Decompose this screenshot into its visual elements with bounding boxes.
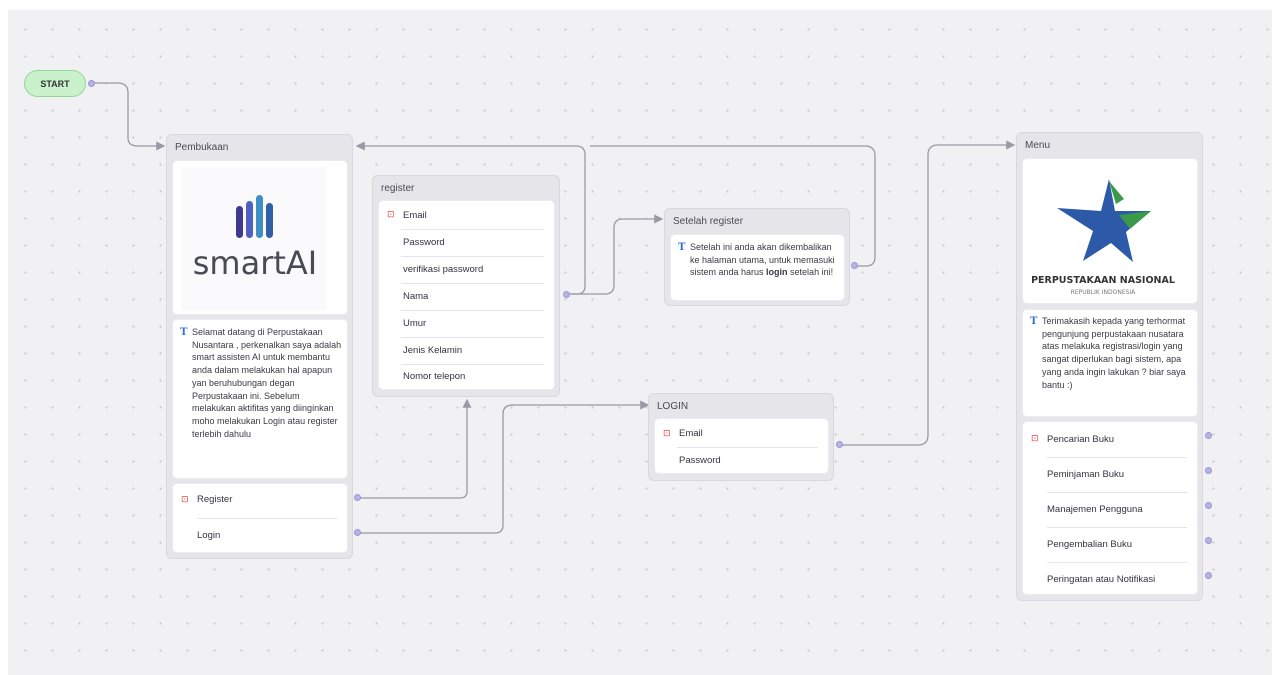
start-port[interactable] [88, 80, 95, 87]
node-pembukaan[interactable]: Pembukaan smartAI T Selamat datang di Pe… [166, 134, 353, 559]
node-pembukaan-title: Pembukaan [175, 142, 229, 153]
setelah-register-message: Setelah ini anda akan dikembalikan ke ha… [690, 242, 835, 278]
text-block-icon: T [180, 327, 188, 338]
port-menu-1[interactable] [1205, 432, 1212, 439]
pembukaan-message-card: T Selamat datang di Perpustakaan Nusanta… [172, 319, 348, 479]
text-block-icon: T [1030, 316, 1038, 327]
divider [1047, 527, 1187, 528]
setelah-register-message-card: T Setelah ini anda akan dikembalikan ke … [670, 234, 845, 301]
node-setelah-register[interactable]: Setelah register T Setelah ini anda akan… [664, 208, 850, 306]
divider [401, 283, 544, 284]
start-label: START [40, 78, 70, 89]
menu-message: Terimakasih kepada yang terhormat pengun… [1042, 316, 1186, 390]
smartai-logo-text: smartAI [193, 244, 317, 282]
port-setelah-out[interactable] [851, 262, 858, 269]
input-block-icon: ⊡ [387, 209, 395, 219]
pembukaan-options-card: ⊡ Register Login [172, 483, 348, 553]
pnri-logo-title: PERPUSTAKAAN NASIONAL [1031, 275, 1175, 286]
node-menu[interactable]: Menu PERPUSTAKAAN NASIONAL REPUBLIK INDO… [1016, 132, 1203, 601]
pembukaan-image-card: smartAI [172, 160, 348, 315]
node-register[interactable]: register ⊡ Email Password verifikasi pas… [372, 175, 560, 397]
choice-block-icon: ⊡ [1031, 433, 1039, 443]
divider [1047, 457, 1187, 458]
menu-message-card: T Terimakasih kepada yang terhormat peng… [1022, 309, 1198, 417]
divider [401, 256, 544, 257]
divider [677, 447, 818, 448]
start-node[interactable]: START [24, 70, 86, 97]
divider [1047, 492, 1187, 493]
node-login-title: LOGIN [657, 401, 689, 412]
pnri-logo: PERPUSTAKAAN NASIONAL REPUBLIK INDONESIA [1031, 163, 1176, 299]
port-menu-3[interactable] [1205, 502, 1212, 509]
input-block-icon: ⊡ [663, 428, 671, 438]
node-register-title: register [381, 183, 415, 194]
divider [1047, 562, 1187, 563]
node-setelah-register-title: Setelah register [673, 216, 744, 227]
text-block-icon: T [678, 242, 686, 253]
register-fields-card: ⊡ Email Password verifikasi password Nam… [378, 200, 555, 390]
pnri-logo-subtitle: REPUBLIK INDONESIA [1071, 289, 1136, 296]
port-login-out[interactable] [836, 441, 843, 448]
divider [197, 518, 337, 519]
smartai-logo: smartAI [181, 167, 326, 310]
port-menu-4[interactable] [1205, 537, 1212, 544]
choice-block-icon: ⊡ [181, 494, 189, 504]
menu-image-card: PERPUSTAKAAN NASIONAL REPUBLIK INDONESIA [1022, 158, 1198, 304]
port-register[interactable] [354, 494, 361, 501]
pembukaan-message: Selamat datang di Perpustakaan Nusantara… [192, 327, 342, 439]
divider [401, 229, 544, 230]
port-menu-5[interactable] [1205, 572, 1212, 579]
divider [401, 337, 544, 338]
port-register-out[interactable] [563, 291, 570, 298]
divider [401, 310, 544, 311]
divider [401, 364, 544, 365]
node-menu-title: Menu [1025, 140, 1051, 151]
port-menu-2[interactable] [1205, 467, 1212, 474]
port-login[interactable] [354, 529, 361, 536]
node-login[interactable]: LOGIN ⊡ Email Password [648, 393, 834, 481]
menu-options-card: ⊡ Pencarian Buku Peminjaman Buku Manajem… [1022, 421, 1198, 595]
login-fields-card: ⊡ Email Password [654, 418, 829, 474]
